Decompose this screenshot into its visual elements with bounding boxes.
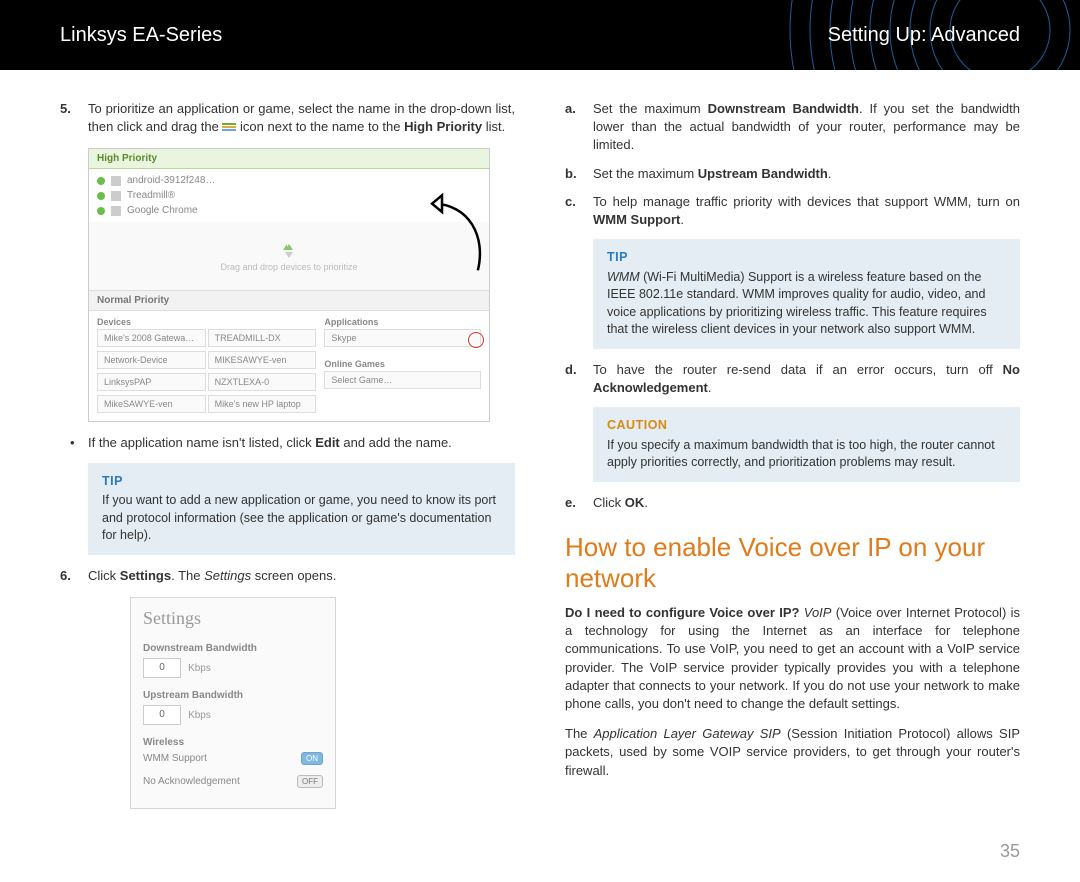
normal-priority-header: Normal Priority [89, 290, 489, 311]
device-cell: Network-Device [97, 351, 206, 369]
game-select: Select Game… [324, 371, 481, 389]
device-cell: MikeSAWYE-ven [97, 395, 206, 413]
substep-d: d. To have the router re-send data if an… [565, 361, 1020, 397]
header-left: Linksys EA-Series [60, 24, 222, 47]
downstream-input: 0 [143, 658, 181, 678]
voip-paragraph-2: The Application Layer Gateway SIP (Sessi… [565, 725, 1020, 780]
wmm-label: WMM Support [143, 753, 207, 764]
bullet-edit: If the application name isn't listed, cl… [60, 434, 515, 452]
voip-paragraph-1: Do I need to configure Voice over IP? Vo… [565, 604, 1020, 713]
page-header: Linksys EA-Series Setting Up: Advanced [0, 0, 1080, 70]
curved-arrow-icon [417, 187, 497, 290]
wmm-toggle: ON [301, 752, 323, 765]
right-column: a. Set the maximum Downstream Bandwidth.… [565, 100, 1020, 821]
noack-label: No Acknowledgement [143, 776, 240, 787]
section-heading-voip: How to enable Voice over IP on your netw… [565, 532, 1020, 594]
edit-circle-highlight [468, 332, 484, 348]
page-body: 5. To prioritize an application or game,… [0, 70, 1080, 841]
up-down-arrows-icon [277, 252, 301, 262]
substep-e: e. Click OK. [565, 494, 1020, 512]
substep-a: a. Set the maximum Downstream Bandwidth.… [565, 100, 1020, 155]
hp-row: android-3912f248… [89, 173, 489, 188]
noack-toggle: OFF [297, 775, 323, 788]
upstream-input: 0 [143, 705, 181, 725]
app-select: Skype [324, 329, 481, 347]
substep-c: c. To help manage traffic priority with … [565, 193, 1020, 229]
tip-box: TIP If you want to add a new application… [88, 463, 515, 555]
priority-screenshot: High Priority android-3912f248… Treadmil… [88, 148, 490, 422]
device-cell: Mike's new HP laptop [208, 395, 317, 413]
priority-bars-icon [222, 123, 236, 133]
device-cell: LinksysPAP [97, 373, 206, 391]
substep-b: b. Set the maximum Upstream Bandwidth. [565, 165, 1020, 183]
header-right: Setting Up: Advanced [828, 24, 1020, 47]
step-5: 5. To prioritize an application or game,… [60, 100, 515, 136]
step-6: 6. Click Settings. The Settings screen o… [60, 567, 515, 585]
device-cell: Mike's 2008 Gatewa… [97, 329, 206, 347]
tip-box-wmm: TIP WMM (Wi-Fi MultiMedia) Support is a … [593, 239, 1020, 349]
device-cell: NZXTLEXA-0 [208, 373, 317, 391]
left-column: 5. To prioritize an application or game,… [60, 100, 515, 821]
page-number: 35 [0, 841, 1080, 882]
settings-title: Settings [143, 608, 323, 629]
device-cell: TREADMILL-DX [208, 329, 317, 347]
settings-screenshot: Settings Downstream Bandwidth 0 Kbps Ups… [130, 597, 336, 809]
high-priority-header: High Priority [89, 149, 489, 169]
device-cell: MIKESAWYE-ven [208, 351, 317, 369]
caution-box: CAUTION If you specify a maximum bandwid… [593, 407, 1020, 482]
